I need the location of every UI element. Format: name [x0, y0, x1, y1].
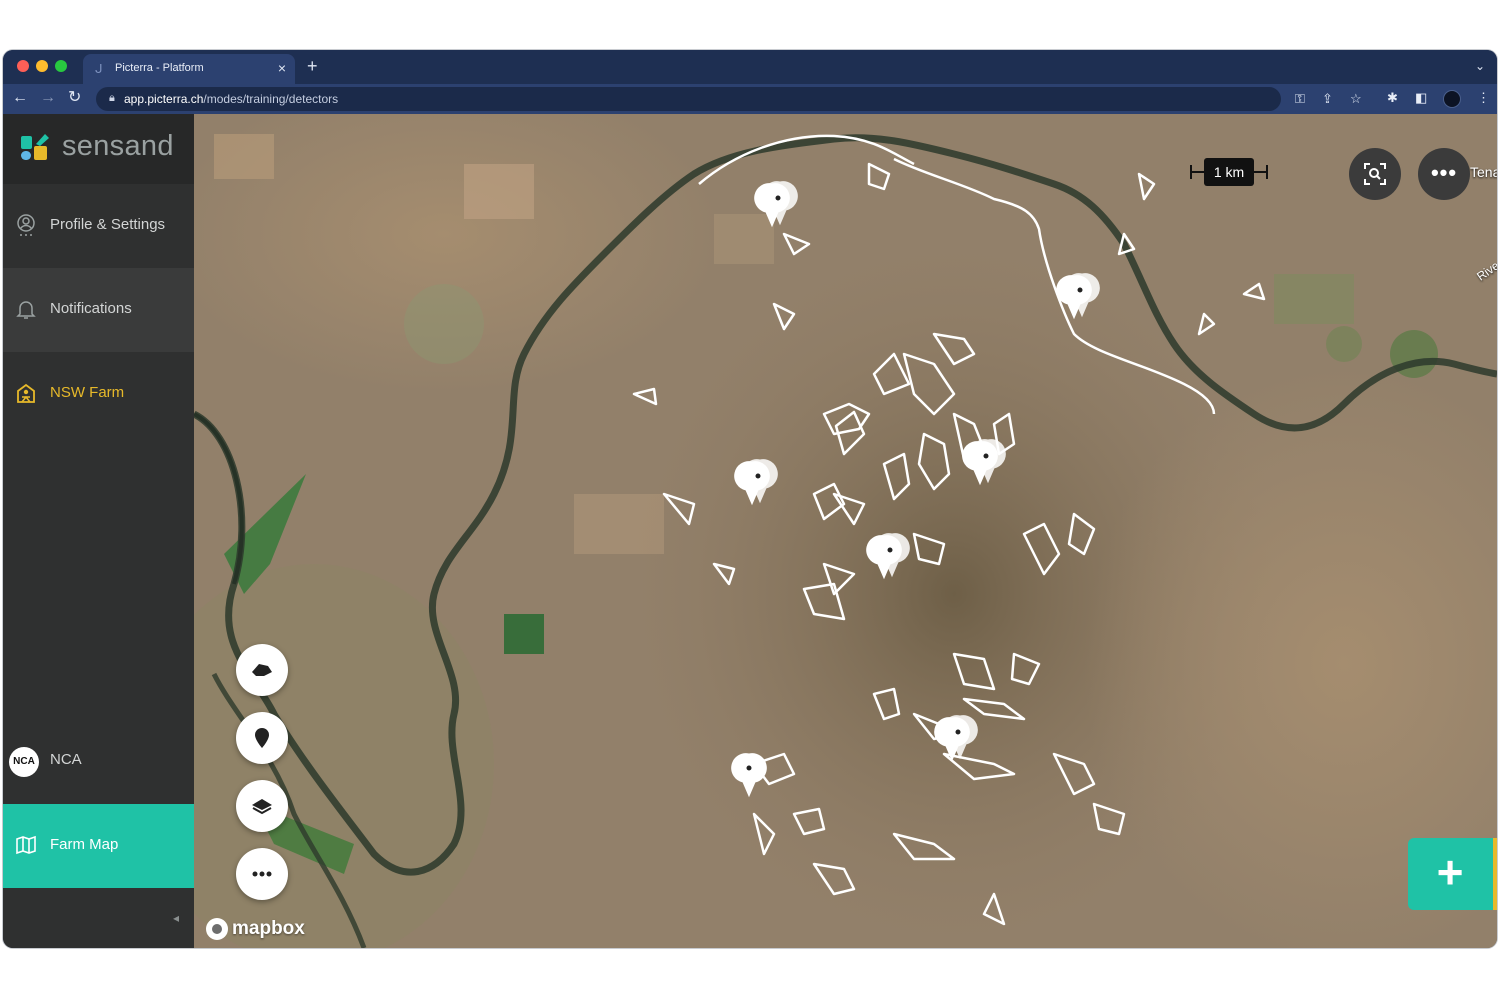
profile-avatar[interactable]	[1443, 90, 1461, 108]
sidebar-item-nsw-farm[interactable]: NSW Farm	[3, 352, 194, 436]
address-bar[interactable]: 🔒︎ app.picterra.ch/modes/training/detect…	[96, 87, 1362, 111]
sidebar-item-label: Notifications	[50, 300, 132, 317]
brand-header[interactable]: sensand	[3, 114, 194, 184]
sidebar-item-farm-map[interactable]: Farm Map	[3, 804, 194, 888]
nca-avatar: NCA	[9, 747, 39, 777]
star-icon[interactable]: ☆	[1350, 91, 1362, 107]
place-label: Tena	[1470, 164, 1497, 180]
url-text[interactable]: app.picterra.ch/modes/training/detectors	[124, 92, 338, 106]
sidebar-item-label: Profile & Settings	[50, 216, 166, 233]
sidebar-item-label: NSW Farm	[50, 384, 125, 401]
more-icon: •••	[1430, 160, 1458, 185]
sidebar-item-nca[interactable]: NCA NCA	[3, 719, 194, 803]
lock-icon[interactable]: 🔒︎	[109, 92, 115, 105]
layers-icon	[252, 799, 272, 815]
share-icon[interactable]: ⇪	[1322, 91, 1333, 107]
polygon-icon	[252, 664, 272, 676]
navigation-bar: ← → ↻ 🔒︎ app.picterra.ch/modes/training/…	[3, 84, 1497, 114]
browser-tab[interactable]: ᒍ Picterra - Platform ×	[83, 54, 295, 84]
fit-bounds-icon	[1364, 163, 1386, 185]
profile-icon	[17, 214, 35, 236]
sidebar-item-label: Farm Map	[50, 836, 119, 853]
browser-menu-icon[interactable]: ⋮	[1477, 90, 1490, 106]
add-button[interactable]: +	[1408, 838, 1497, 910]
fit-bounds-button[interactable]	[1349, 148, 1401, 200]
collapse-sidebar-button[interactable]: ◂	[173, 911, 179, 925]
sidepanel-icon[interactable]: ◧	[1415, 90, 1427, 106]
forward-button[interactable]: →	[40, 89, 56, 107]
add-marker-button[interactable]	[236, 712, 288, 764]
app: sensand Profile & Settings Notifications	[3, 114, 1497, 948]
extensions-icon[interactable]: ✱	[1387, 90, 1398, 106]
sensand-logo-icon	[21, 134, 49, 160]
browser-window: ᒍ Picterra - Platform × + ⌄ ← → ↻ 🔒︎ app…	[3, 50, 1497, 948]
reload-button[interactable]: ↻	[68, 89, 81, 107]
close-window-button[interactable]	[17, 60, 29, 72]
map-scale: 1 km	[1190, 158, 1268, 186]
tab-search-button[interactable]: ⌄	[1475, 59, 1485, 73]
url-path: /modes/training/detectors	[203, 92, 339, 106]
more-icon	[252, 871, 272, 877]
back-button[interactable]: ←	[12, 89, 28, 107]
add-button-edge	[1493, 838, 1497, 910]
marker-icon	[255, 728, 269, 748]
scale-label: 1 km	[1204, 158, 1254, 186]
picterra-favicon-icon: ᒍ	[95, 62, 103, 76]
draw-polygon-button[interactable]	[236, 644, 288, 696]
scale-tick	[1190, 165, 1192, 179]
maximize-window-button[interactable]	[55, 60, 67, 72]
sidebar-item-label: NCA	[50, 751, 82, 768]
layers-button[interactable]	[236, 780, 288, 832]
bell-icon	[16, 301, 36, 319]
brand-name: sensand	[62, 130, 174, 162]
mapbox-logo-icon	[206, 918, 228, 940]
tab-close-button[interactable]: ×	[278, 60, 286, 76]
sidebar-item-profile[interactable]: Profile & Settings	[3, 184, 194, 268]
tab-bar: ᒍ Picterra - Platform × + ⌄	[3, 50, 1497, 84]
plus-icon: +	[1436, 846, 1464, 898]
map-icon	[16, 835, 36, 855]
sidebar-item-notifications[interactable]: Notifications	[3, 268, 194, 352]
minimize-window-button[interactable]	[36, 60, 48, 72]
satellite-imagery	[194, 114, 1497, 948]
sidebar: sensand Profile & Settings Notifications	[3, 114, 194, 948]
scale-tick	[1266, 165, 1268, 179]
map-options-button[interactable]: •••	[1418, 148, 1470, 200]
more-tools-button[interactable]	[236, 848, 288, 900]
tab-title: Picterra - Platform	[115, 62, 204, 74]
map-canvas[interactable]: mapbox 1 km ••• Tena Rive +	[194, 114, 1497, 948]
new-tab-button[interactable]: +	[307, 56, 318, 77]
key-icon[interactable]: ⚿	[1295, 91, 1305, 107]
url-host: app.picterra.ch	[124, 92, 204, 106]
farm-icon	[17, 383, 35, 403]
mapbox-label: mapbox	[232, 918, 305, 939]
